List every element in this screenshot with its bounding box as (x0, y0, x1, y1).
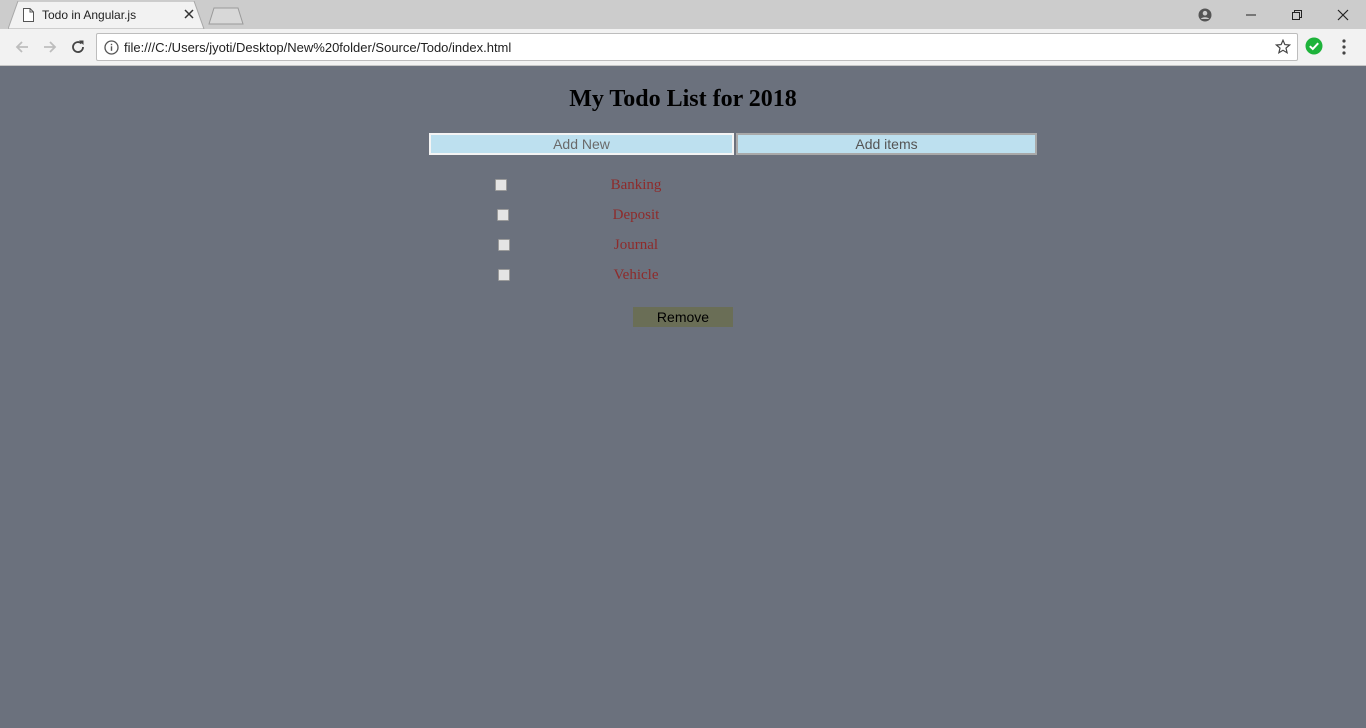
todo-label: Deposit (612, 207, 660, 223)
profile-button[interactable] (1182, 0, 1228, 29)
info-icon[interactable] (104, 40, 119, 55)
close-icon (1337, 9, 1349, 20)
reload-button[interactable] (68, 37, 88, 57)
forward-button[interactable] (40, 37, 60, 57)
close-tab-icon[interactable] (182, 7, 196, 21)
star-icon[interactable] (1275, 39, 1291, 55)
minimize-button[interactable] (1228, 0, 1274, 29)
add-items-button[interactable]: Add items (736, 133, 1037, 155)
todo-checkbox[interactable] (497, 209, 509, 221)
profile-icon (1198, 8, 1212, 21)
arrow-left-icon (15, 41, 28, 53)
todo-checkbox[interactable] (495, 179, 507, 191)
remove-button[interactable]: Remove (633, 307, 733, 327)
browser-tab[interactable]: Todo in Angular.js (8, 1, 205, 29)
todo-checkbox[interactable] (498, 239, 510, 251)
todo-item: Banking (0, 177, 1366, 195)
reload-icon (72, 40, 84, 53)
url-text[interactable]: file:///C:/Users/jyoti/Desktop/New%20fol… (124, 40, 511, 55)
todo-item: Journal (0, 237, 1366, 255)
todo-checkbox[interactable] (498, 269, 510, 281)
new-item-input[interactable] (429, 133, 734, 155)
document-icon (23, 8, 34, 22)
new-tab-button[interactable] (208, 7, 244, 25)
arrow-right-icon (44, 41, 57, 53)
todo-label: Banking (610, 177, 662, 193)
extension-check-icon[interactable] (1305, 37, 1323, 55)
todo-item: Vehicle (0, 267, 1366, 285)
todo-item: Deposit (0, 207, 1366, 225)
browser-titlebar: Todo in Angular.js (0, 0, 1366, 29)
page-title: My Todo List for 2018 (569, 86, 797, 112)
more-menu-icon[interactable] (1336, 38, 1352, 56)
tab-title: Todo in Angular.js (42, 8, 137, 22)
back-button[interactable] (12, 37, 32, 57)
restore-button[interactable] (1274, 0, 1320, 29)
restore-icon (1292, 9, 1302, 20)
minimize-icon (1246, 14, 1256, 15)
close-window-button[interactable] (1320, 0, 1366, 29)
todo-label: Journal (613, 237, 659, 253)
browser-toolbar: file:///C:/Users/jyoti/Desktop/New%20fol… (0, 29, 1366, 66)
page-content: My Todo List for 2018 Add items Banking … (0, 66, 1366, 728)
todo-label: Vehicle (613, 267, 659, 283)
address-bar[interactable]: file:///C:/Users/jyoti/Desktop/New%20fol… (96, 33, 1298, 61)
